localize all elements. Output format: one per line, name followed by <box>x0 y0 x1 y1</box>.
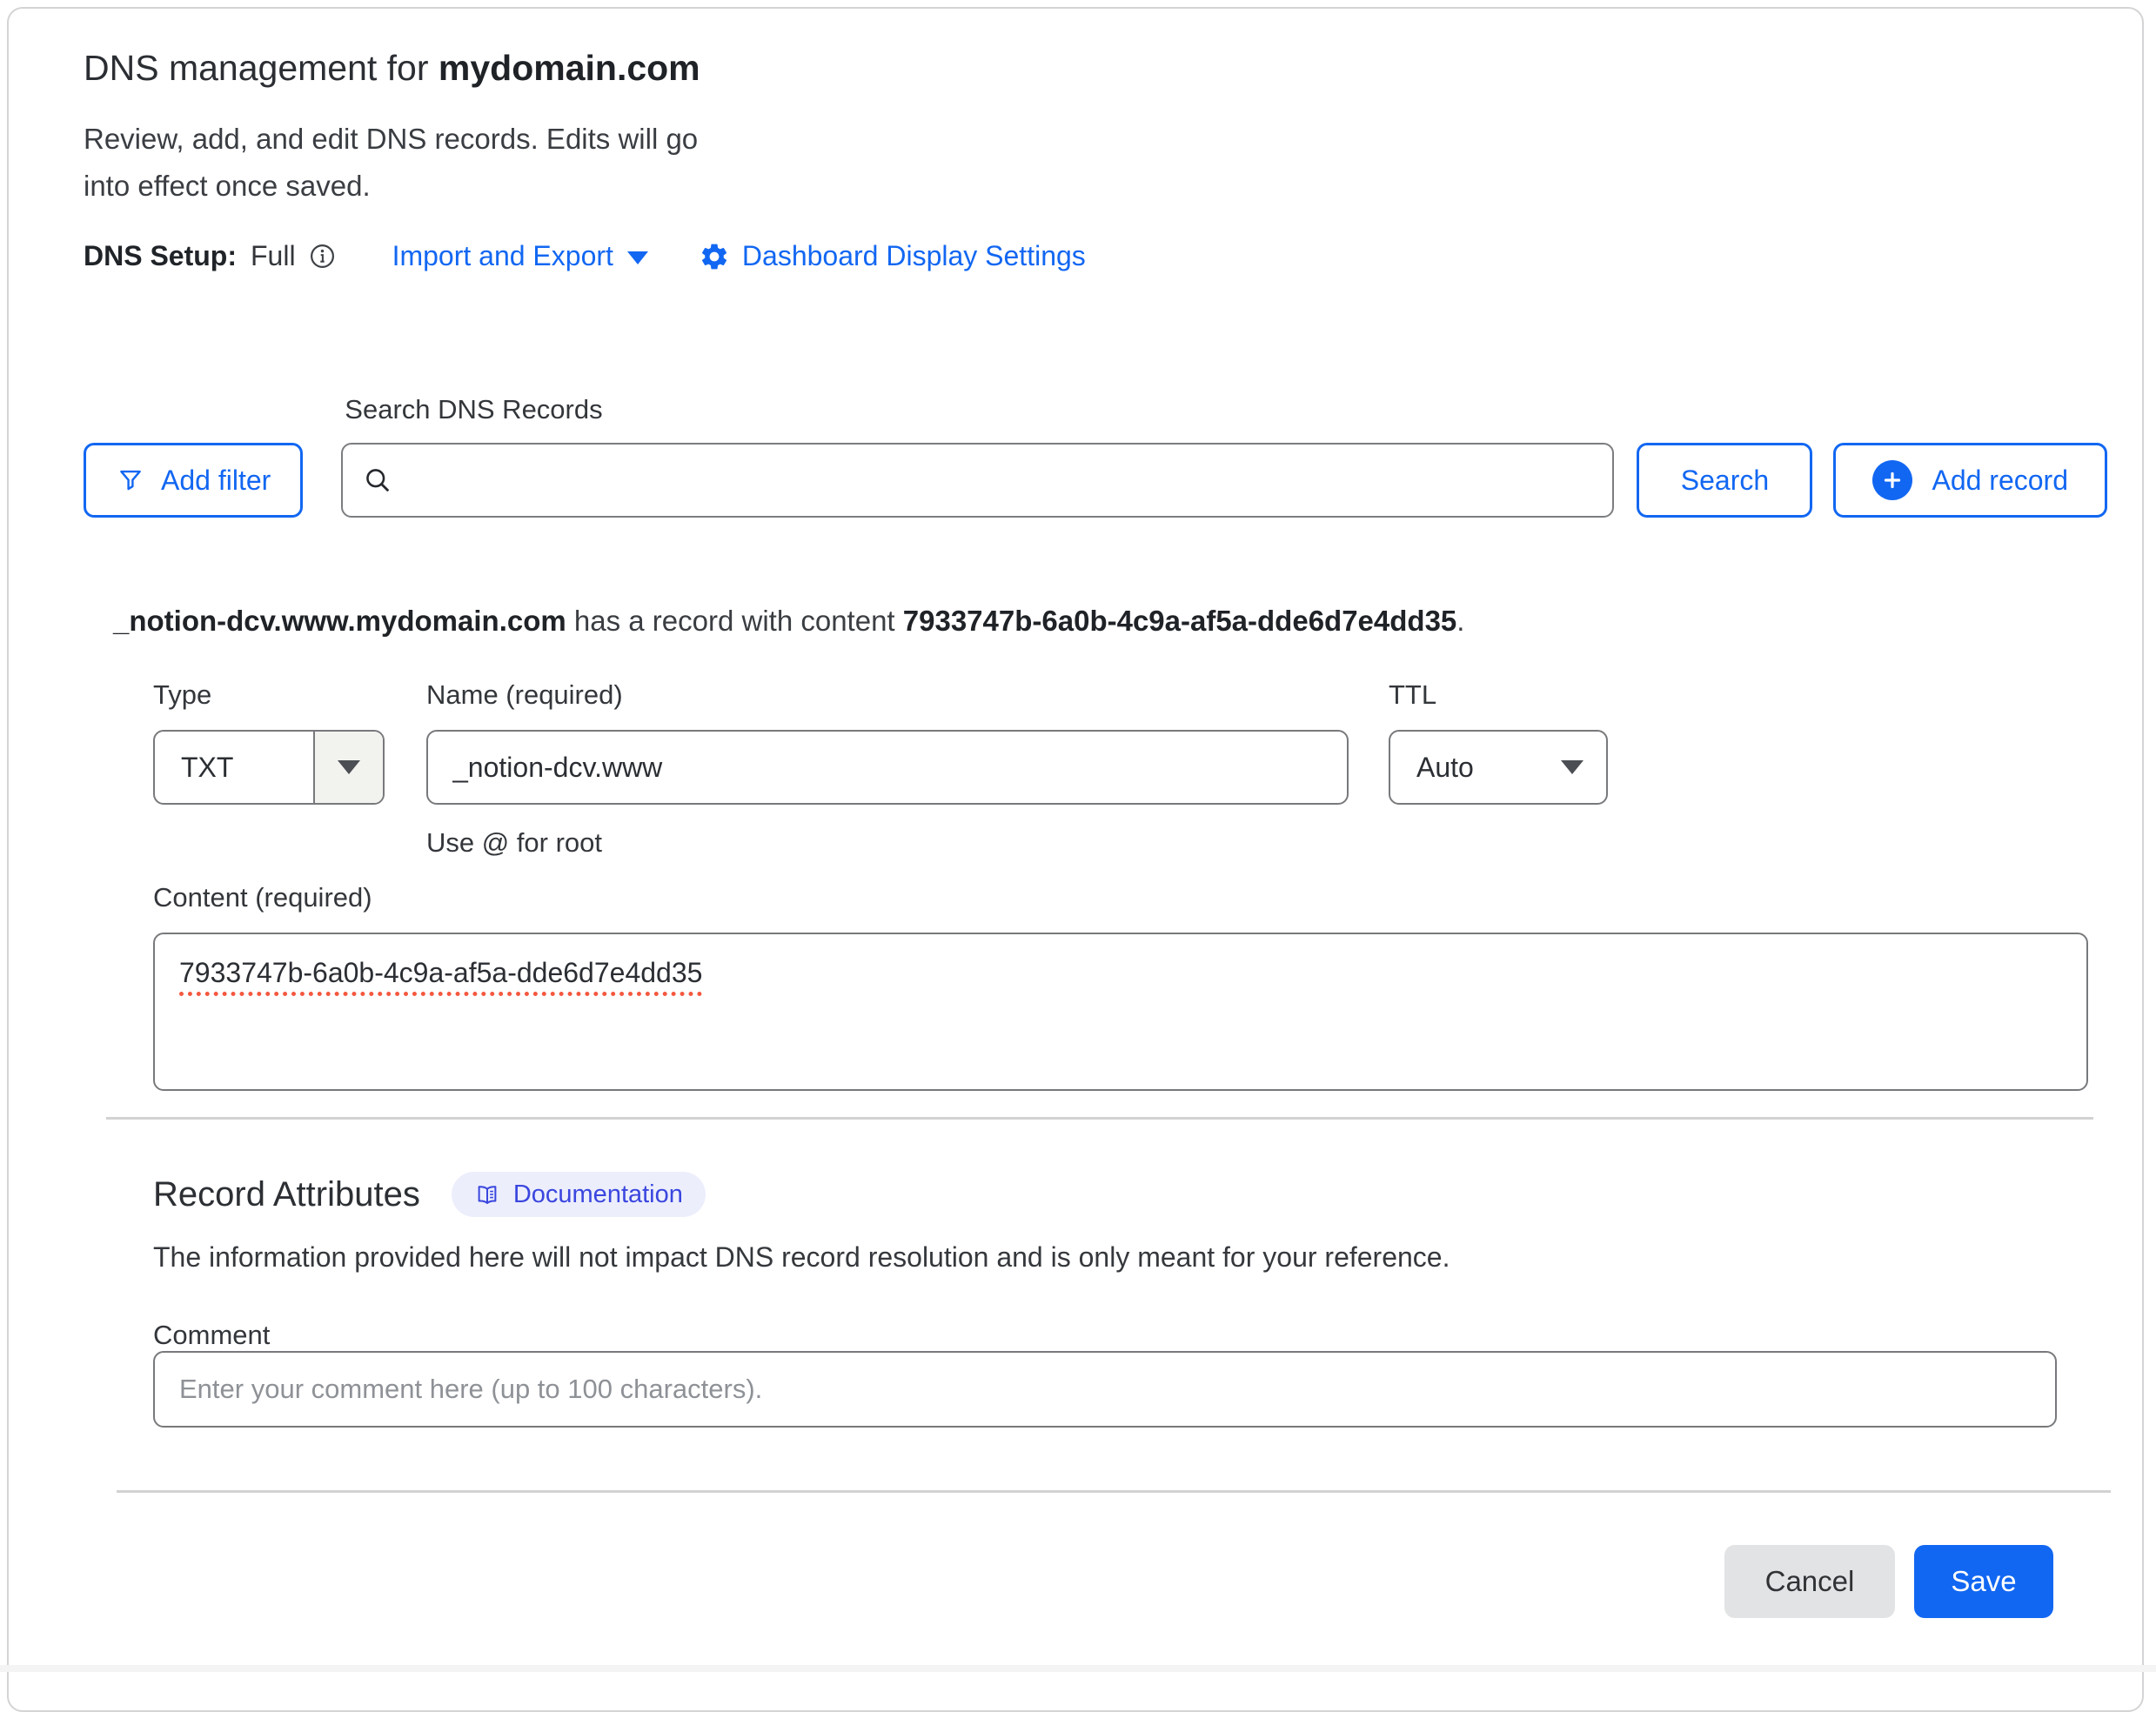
add-record-button[interactable]: Add record <box>1833 443 2107 518</box>
documentation-label: Documentation <box>513 1180 683 1209</box>
book-icon <box>474 1181 500 1207</box>
type-field: Type TXT <box>153 679 385 859</box>
dns-setup-value: Full <box>251 240 296 272</box>
record-notice: _notion-dcv.www.mydomain.com has a recor… <box>113 605 2142 638</box>
ttl-label: TTL <box>1389 679 1608 711</box>
cancel-button[interactable]: Cancel <box>1724 1545 1895 1618</box>
content-value: 7933747b-6a0b-4c9a-af5a-dde6d7e4dd35 <box>179 957 702 988</box>
search-column: Search DNS Records <box>341 394 1614 518</box>
dashboard-display-settings-link[interactable]: Dashboard Display Settings <box>699 240 1086 272</box>
search-records-label: Search DNS Records <box>345 394 1614 425</box>
domain-name: mydomain.com <box>439 48 700 88</box>
dns-setup-row: DNS Setup: Full Import and Export <box>84 240 2142 272</box>
type-select-arrow-box[interactable] <box>313 732 383 803</box>
import-export-link[interactable]: Import and Export <box>392 240 648 272</box>
save-button[interactable]: Save <box>1914 1545 2053 1618</box>
header: DNS management for mydomain.com Review, … <box>9 9 2142 272</box>
search-input[interactable] <box>405 465 1593 497</box>
search-input-box <box>341 443 1614 518</box>
name-input[interactable] <box>426 730 1349 805</box>
subtitle: Review, add, and edit DNS records. Edits… <box>84 116 2142 209</box>
content-field: Content (required) 7933747b-6a0b-4c9a-af… <box>153 882 2142 1091</box>
comment-input[interactable] <box>153 1351 2057 1428</box>
record-form-row: Type TXT Name (required) Use @ for root … <box>153 679 2142 859</box>
add-filter-button[interactable]: Add filter <box>84 443 303 518</box>
record-attributes-section: Record Attributes Documentation The info… <box>153 1172 2142 1428</box>
caret-down-icon <box>627 251 648 264</box>
section-divider <box>106 1117 2093 1120</box>
record-attributes-heading: Record Attributes <box>153 1175 420 1214</box>
ttl-select[interactable]: Auto <box>1389 730 1608 805</box>
plus-icon <box>1872 460 1912 500</box>
type-label: Type <box>153 679 385 711</box>
record-attributes-heading-row: Record Attributes Documentation <box>153 1172 2142 1217</box>
search-row: Add filter Search DNS Records Search <box>9 394 2142 518</box>
filter-icon <box>116 465 145 495</box>
dns-management-card: DNS management for mydomain.com Review, … <box>7 7 2144 1712</box>
comment-field <box>153 1351 2142 1428</box>
notice-record-name: _notion-dcv.www.mydomain.com <box>113 605 566 637</box>
gear-icon <box>699 241 730 272</box>
add-record-label: Add record <box>1932 465 2068 497</box>
search-icon <box>362 465 393 496</box>
footer-divider <box>117 1490 2111 1493</box>
name-label: Name (required) <box>426 679 1349 711</box>
add-filter-label: Add filter <box>161 465 271 497</box>
info-icon[interactable] <box>308 242 337 271</box>
dns-setup-label: DNS Setup: <box>84 240 237 272</box>
chevron-down-icon <box>1561 760 1584 774</box>
type-value: TXT <box>155 732 313 803</box>
name-field: Name (required) Use @ for root <box>426 679 1349 859</box>
documentation-badge[interactable]: Documentation <box>452 1172 706 1217</box>
content-label: Content (required) <box>153 882 2142 913</box>
notice-text: has a record with content <box>566 605 903 637</box>
name-helper-text: Use @ for root <box>426 827 1349 859</box>
search-button[interactable]: Search <box>1637 443 1812 518</box>
chevron-down-icon <box>338 760 360 774</box>
attributes-description: The information provided here will not i… <box>153 1241 2142 1274</box>
comment-label: Comment <box>153 1320 2142 1351</box>
page-title: DNS management for mydomain.com <box>84 47 2142 90</box>
type-select[interactable]: TXT <box>153 730 385 805</box>
bottom-strip <box>0 1665 2156 1672</box>
content-textarea[interactable]: 7933747b-6a0b-4c9a-af5a-dde6d7e4dd35 <box>153 933 2088 1091</box>
footer-actions: Cancel Save <box>9 1545 2142 1618</box>
ttl-field: TTL Auto <box>1389 679 1608 859</box>
ttl-value: Auto <box>1390 752 1561 784</box>
notice-record-content: 7933747b-6a0b-4c9a-af5a-dde6d7e4dd35 <box>903 605 1457 637</box>
